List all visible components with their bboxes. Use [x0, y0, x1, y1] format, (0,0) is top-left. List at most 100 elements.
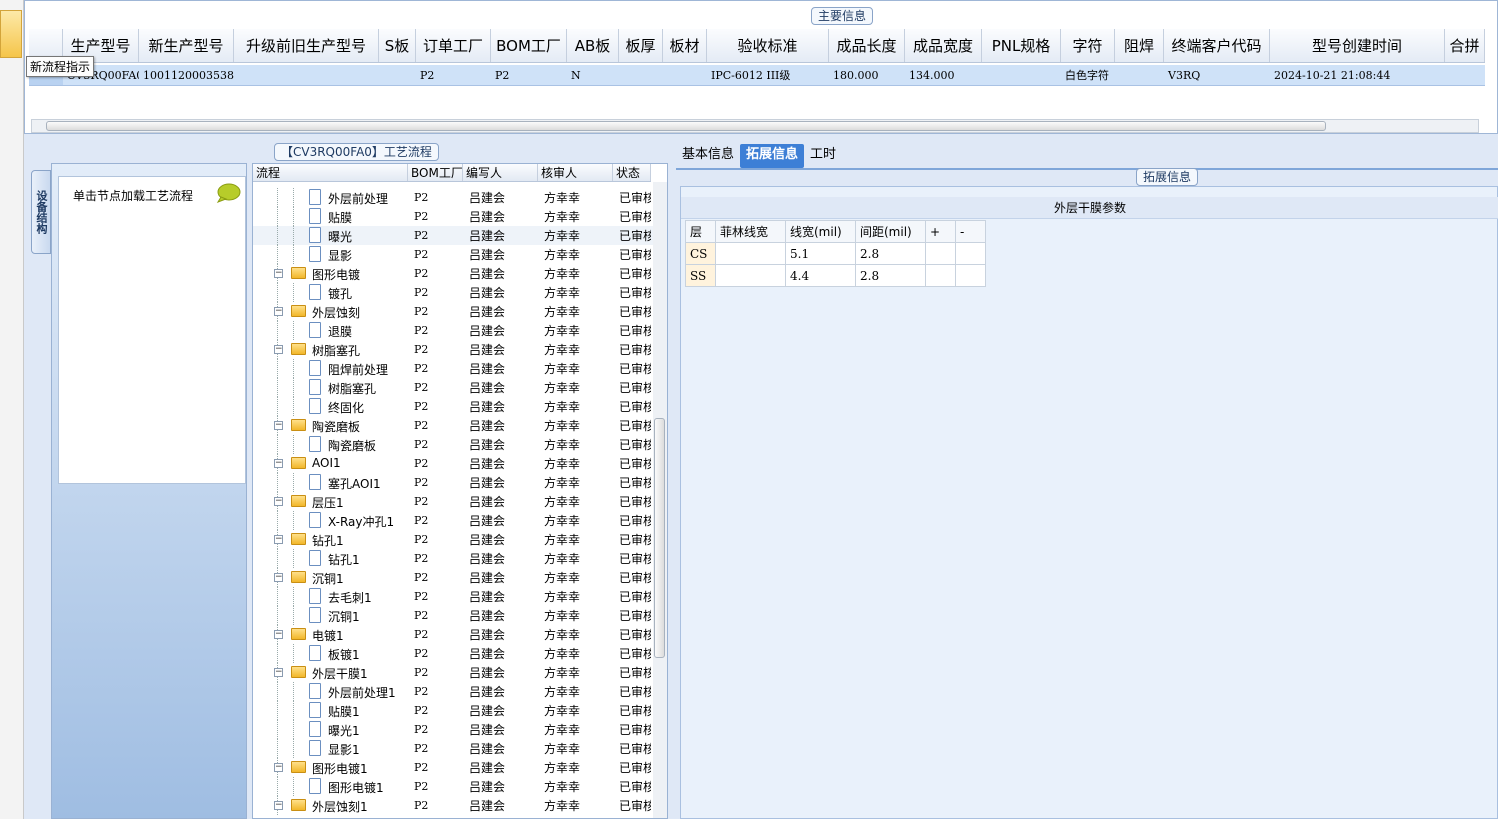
tree-row[interactable]: − 外层蚀刻1 P2 吕建会 方幸幸 已审核	[253, 796, 653, 815]
column-header[interactable]: AB板	[567, 29, 619, 62]
table-row[interactable]: CS 5.1 2.8	[685, 242, 986, 265]
tab-拓展信息[interactable]: 拓展信息	[740, 144, 805, 168]
tree-row[interactable]: 板镀1 P2 吕建会 方幸幸 已审核	[253, 644, 653, 663]
table-cell[interactable]: 2024-10-21 21:08:44	[1270, 65, 1445, 85]
table-cell[interactable]	[925, 242, 956, 265]
tree-node-label[interactable]: 终固化	[328, 399, 364, 416]
table-cell[interactable]: 白色字符	[1061, 65, 1115, 85]
column-header[interactable]: 状态	[613, 164, 651, 181]
table-cell[interactable]: 10011200035385	[139, 65, 234, 85]
tree-row[interactable]: 显影1 P2 吕建会 方幸幸 已审核	[253, 739, 653, 758]
column-header[interactable]: BOM工厂	[408, 164, 463, 181]
tree-row[interactable]: − 沉铜1 P2 吕建会 方幸幸 已审核	[253, 568, 653, 587]
tree-node-label[interactable]: 钻孔1	[328, 551, 360, 568]
tree-row[interactable]: 塞孔AOI1 P2 吕建会 方幸幸 已审核	[253, 473, 653, 492]
column-header[interactable]: 合拼	[1445, 29, 1485, 62]
column-header[interactable]: 流程	[253, 164, 408, 181]
tree-row[interactable]: 终固化 P2 吕建会 方幸幸 已审核	[253, 397, 653, 416]
column-header[interactable]: 型号创建时间	[1270, 29, 1445, 62]
tree-row[interactable]: − 图形电镀 P2 吕建会 方幸幸 已审核	[253, 264, 653, 283]
table-cell[interactable]	[715, 264, 786, 287]
column-header[interactable]: 验收标准	[707, 29, 829, 62]
table-cell[interactable]	[955, 242, 986, 265]
tree-node-label[interactable]: 镀孔	[328, 285, 352, 302]
table-cell[interactable]: 134.000	[905, 65, 982, 85]
tree-node-label[interactable]: X-Ray冲孔1	[328, 513, 394, 530]
tree-node-label[interactable]: 钻孔1	[312, 532, 344, 549]
table-cell[interactable]	[619, 65, 663, 85]
tree-node-label[interactable]: 去毛刺1	[328, 589, 372, 606]
column-header[interactable]: 升级前旧生产型号	[234, 29, 379, 62]
tree-row[interactable]: − 外层干膜1 P2 吕建会 方幸幸 已审核	[253, 663, 653, 682]
table-cell[interactable]: V3RQ	[1164, 65, 1270, 85]
tree-node-label[interactable]: 图形电镀	[312, 266, 360, 283]
tree-node-label[interactable]: 显影1	[328, 741, 360, 758]
tree-row[interactable]: X-Ray冲孔1 P2 吕建会 方幸幸 已审核	[253, 511, 653, 530]
tree-row[interactable]: 沉铜1 P2 吕建会 方幸幸 已审核	[253, 606, 653, 625]
collapse-toggle-icon[interactable]: −	[274, 668, 283, 677]
tree-node-label[interactable]: 图形电镀1	[328, 779, 384, 796]
tree-row[interactable]: 陶瓷磨板 P2 吕建会 方幸幸 已审核	[253, 435, 653, 454]
collapse-toggle-icon[interactable]: −	[274, 497, 283, 506]
tree-node-label[interactable]: 退膜	[328, 323, 352, 340]
collapse-toggle-icon[interactable]: −	[274, 535, 283, 544]
tree-row[interactable]: 贴膜 P2 吕建会 方幸幸 已审核	[253, 207, 653, 226]
tree-row[interactable]: 显影 P2 吕建会 方幸幸 已审核	[253, 245, 653, 264]
table-row[interactable]: SS 4.4 2.8	[685, 264, 986, 287]
tree-row[interactable]: 外层前处理1 P2 吕建会 方幸幸 已审核	[253, 682, 653, 701]
tree-node-label[interactable]: 电镀1	[312, 627, 344, 644]
tree-node-label[interactable]: 树脂塞孔	[328, 380, 376, 397]
table-cell[interactable]: P2	[416, 65, 491, 85]
tree-node-label[interactable]: 层压1	[312, 494, 344, 511]
scrollbar-thumb[interactable]	[654, 418, 665, 658]
table-cell[interactable]	[982, 65, 1061, 85]
tree-node-label[interactable]: AOI1	[312, 456, 341, 470]
tree-row[interactable]: 图形电镀1 P2 吕建会 方幸幸 已审核	[253, 777, 653, 796]
table-cell[interactable]	[1115, 65, 1164, 85]
tree-row[interactable]: 镀孔 P2 吕建会 方幸幸 已审核	[253, 283, 653, 302]
tab-基本信息[interactable]: 基本信息	[676, 144, 740, 168]
column-header[interactable]: 间距(mil)	[855, 220, 926, 243]
tree-node-label[interactable]: 阻焊前处理	[328, 361, 388, 378]
tree-row[interactable]: 钻孔1 P2 吕建会 方幸幸 已审核	[253, 549, 653, 568]
collapse-toggle-icon[interactable]: −	[274, 421, 283, 430]
table-cell[interactable]: 2.8	[855, 242, 926, 265]
column-header[interactable]: 阻焊	[1115, 29, 1164, 62]
table-cell[interactable]: CS	[685, 242, 716, 265]
collapse-toggle-icon[interactable]: −	[274, 801, 283, 810]
table-cell[interactable]: 180.000	[829, 65, 905, 85]
tree-row[interactable]: 去毛刺1 P2 吕建会 方幸幸 已审核	[253, 587, 653, 606]
tree-node-label[interactable]: 显影	[328, 247, 352, 264]
tree-row[interactable]: − 图形电镀1 P2 吕建会 方幸幸 已审核	[253, 758, 653, 777]
tree-node-label[interactable]: 沉铜1	[312, 570, 344, 587]
tree-node-label[interactable]: 外层前处理1	[328, 684, 396, 701]
tree-row[interactable]: − 层压1 P2 吕建会 方幸幸 已审核	[253, 492, 653, 511]
table-cell[interactable]: 4.4	[785, 264, 856, 287]
tree-node-label[interactable]: 塞孔AOI1	[328, 475, 381, 492]
column-header[interactable]: -	[955, 220, 986, 243]
tree-row[interactable]: 阻焊前处理 P2 吕建会 方幸幸 已审核	[253, 359, 653, 378]
tree-row[interactable]: 曝光1 P2 吕建会 方幸幸 已审核	[253, 720, 653, 739]
tree-row[interactable]: 曝光 P2 吕建会 方幸幸 已审核	[253, 226, 653, 245]
column-header[interactable]: 成品宽度	[905, 29, 982, 62]
tree-row[interactable]: − 钻孔1 P2 吕建会 方幸幸 已审核	[253, 530, 653, 549]
table-cell[interactable]	[663, 65, 707, 85]
tree-row[interactable]: 外层前处理 P2 吕建会 方幸幸 已审核	[253, 188, 653, 207]
column-header[interactable]: 线宽(mil)	[785, 220, 856, 243]
horizontal-scrollbar[interactable]	[31, 119, 1479, 133]
collapse-toggle-icon[interactable]: −	[274, 269, 283, 278]
scrollbar-thumb[interactable]	[46, 121, 1326, 131]
collapse-toggle-icon[interactable]: −	[274, 630, 283, 639]
tree-row[interactable]: − 树脂塞孔 P2 吕建会 方幸幸 已审核	[253, 340, 653, 359]
tree-row[interactable]: 树脂塞孔 P2 吕建会 方幸幸 已审核	[253, 378, 653, 397]
column-header[interactable]: S板	[379, 29, 416, 62]
tree-node-label[interactable]: 外层蚀刻1	[312, 798, 368, 815]
tree-node-label[interactable]: 贴膜1	[328, 703, 360, 720]
column-header[interactable]: 菲林线宽	[715, 220, 786, 243]
column-header[interactable]: 板材	[663, 29, 707, 62]
tree-node-label[interactable]: 曝光1	[328, 722, 360, 739]
column-header[interactable]: 成品长度	[829, 29, 905, 62]
table-cell[interactable]: N	[567, 65, 619, 85]
tree-node-label[interactable]: 外层干膜1	[312, 665, 368, 682]
tree-node-label[interactable]: 曝光	[328, 228, 352, 245]
